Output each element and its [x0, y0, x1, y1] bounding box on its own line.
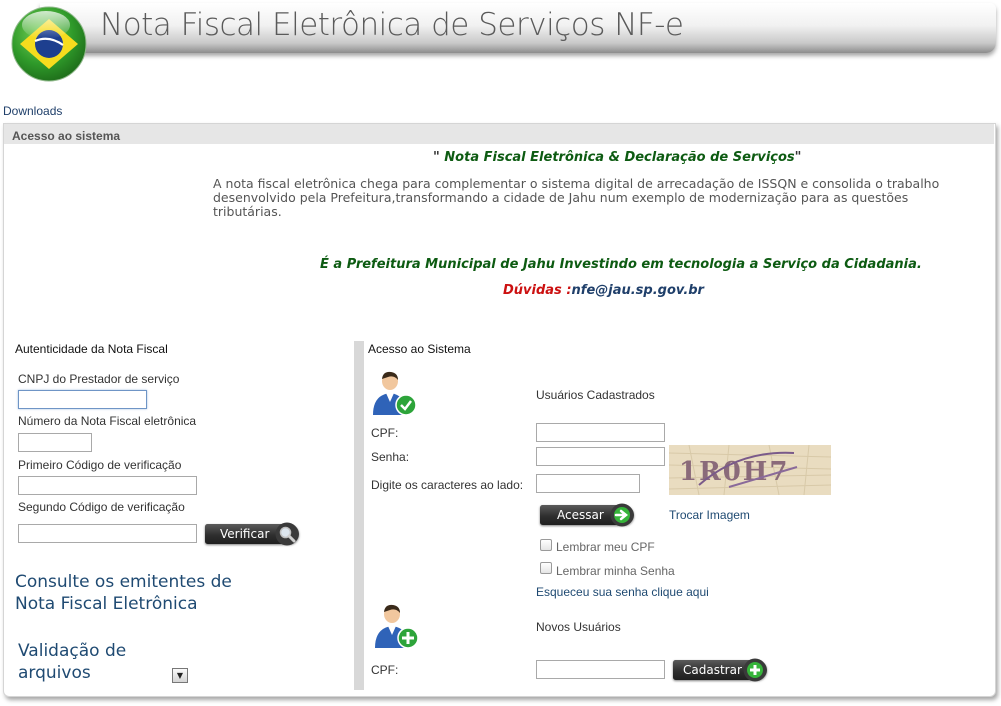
invoice-number-label: Número da Nota Fiscal eletrônica	[18, 414, 197, 428]
cpf-input[interactable]	[536, 423, 665, 442]
swap-image-link[interactable]: Trocar Imagem	[669, 508, 750, 522]
doubts-line: Dúvidas :nfe@jau.sp.gov.br	[503, 283, 704, 298]
second-code-label: Segundo Código de verificação	[18, 500, 185, 514]
new-cpf-input[interactable]	[536, 660, 665, 679]
intro-title-close-quote: "	[794, 150, 802, 165]
new-users-title: Novos Usuários	[536, 620, 621, 634]
remember-cpf-label: Lembrar meu CPF	[556, 540, 655, 554]
consult-emitters-text: Consulte os emitentes de Nota Fiscal Ele…	[15, 572, 232, 614]
register-button[interactable]: Cadastrar	[673, 658, 767, 682]
authenticity-section-title: Autenticidade da Nota Fiscal	[15, 342, 168, 356]
invoice-number-input[interactable]	[18, 433, 92, 452]
slogan: É a Prefeitura Municipal de Jahu Investi…	[320, 257, 922, 272]
downloads-link[interactable]: Downloads	[3, 104, 62, 118]
consult-emitters-link[interactable]: Consulte os emitentes de Nota Fiscal Ele…	[15, 571, 255, 615]
validation-dropdown-toggle[interactable]: ▼	[172, 668, 188, 683]
login-button-label: Acessar	[557, 508, 604, 522]
doubts-email: nfe@jau.sp.gov.br	[571, 283, 704, 298]
cpf-label: CPF:	[371, 426, 399, 440]
panel-header	[4, 124, 994, 144]
verify-button-label: Verificar	[220, 527, 270, 541]
captcha-input[interactable]	[536, 474, 640, 493]
intro-text: A nota fiscal eletrônica chega para comp…	[213, 176, 940, 219]
access-section-title: Acesso ao Sistema	[368, 342, 471, 356]
user-add-icon	[375, 604, 418, 649]
registered-users-title: Usuários Cadastrados	[536, 388, 655, 402]
first-code-label: Primeiro Código de verificação	[18, 458, 182, 472]
remember-cpf-checkbox[interactable]	[540, 539, 552, 551]
column-divider	[354, 341, 364, 690]
new-cpf-label: CPF:	[371, 663, 399, 677]
password-label: Senha:	[371, 450, 410, 464]
second-code-input[interactable]	[18, 524, 197, 543]
chevron-down-icon: ▼	[176, 671, 184, 680]
arrow-right-icon	[610, 503, 634, 527]
file-validation-link[interactable]: Validação de arquivos	[18, 640, 148, 684]
remember-password-checkbox[interactable]	[540, 562, 552, 574]
magnifier-icon	[275, 522, 299, 546]
file-validation-text: Validação de arquivos	[18, 641, 127, 683]
register-button-label: Cadastrar	[683, 663, 742, 677]
doubts-label: Dúvidas :	[503, 283, 572, 298]
password-input[interactable]	[536, 447, 665, 466]
captcha-text: 1R0H7	[679, 457, 789, 487]
captcha-image: 1R0H7	[669, 445, 831, 495]
remember-password-label: Lembrar minha Senha	[556, 564, 675, 578]
forgot-password-link[interactable]: Esqueceu sua senha clique aqui	[536, 585, 709, 599]
captcha-label: Digite os caracteres ao lado:	[371, 478, 524, 492]
intro-title-text: Nota Fiscal Eletrônica & Declaração de S…	[439, 150, 795, 165]
cnpj-label: CNPJ do Prestador de serviço	[18, 372, 180, 386]
user-check-icon	[373, 371, 416, 416]
first-code-input[interactable]	[18, 476, 197, 495]
intro-title-open-quote: "	[433, 150, 440, 165]
verify-button[interactable]: Verificar	[205, 522, 299, 546]
panel-title: Acesso ao sistema	[12, 129, 121, 143]
cnpj-input[interactable]	[18, 390, 147, 409]
brazil-flag-icon	[11, 6, 87, 82]
intro-title: " Nota Fiscal Eletrônica & Declaração de…	[433, 150, 801, 165]
page-title: Nota Fiscal Eletrônica de Serviços NF-e	[100, 7, 684, 43]
login-button[interactable]: Acessar	[540, 503, 634, 527]
plus-icon	[743, 658, 767, 682]
